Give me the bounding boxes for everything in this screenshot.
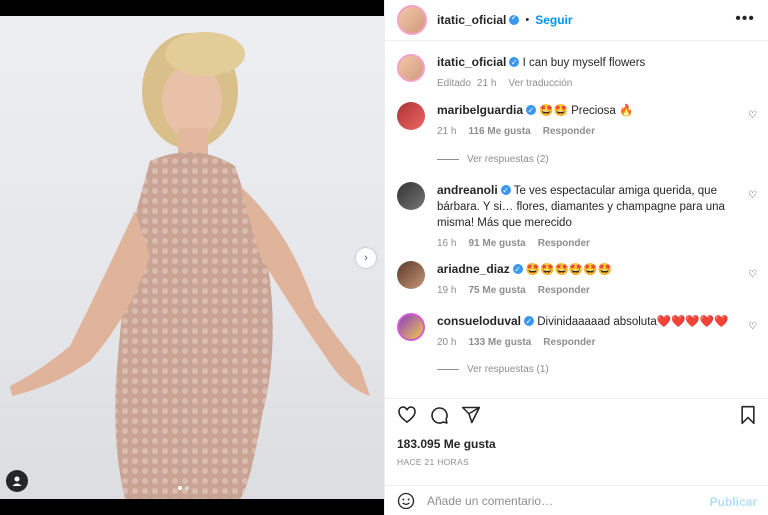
replies-line — [437, 369, 459, 370]
verified-icon — [524, 314, 535, 330]
view-replies-label: Ver respuestas (1) — [467, 364, 549, 375]
author-avatar[interactable] — [397, 54, 425, 82]
like-comment-icon[interactable]: ♡ — [748, 269, 757, 280]
comment-text: 🤩🤩🤩🤩🤩🤩 — [525, 264, 612, 276]
comment-likes[interactable]: 91 Me gusta — [468, 236, 525, 252]
post-sidebar: itatic_oficial • Seguir ••• itatic_ofici… — [384, 0, 768, 515]
comment-text: Divinidaaaaad absoluta❤️❤️❤️❤️❤️ — [537, 316, 729, 328]
action-bar — [385, 398, 768, 434]
publish-button[interactable]: Publicar — [710, 495, 757, 509]
chevron-right-icon: › — [364, 252, 368, 264]
tagged-users-button[interactable] — [6, 470, 28, 492]
emoji-icon[interactable] — [397, 492, 415, 510]
likes-count[interactable]: 183.095 Me gusta — [397, 437, 496, 451]
commenter-avatar[interactable] — [397, 102, 425, 130]
commenter-username[interactable]: consueloduval — [437, 314, 521, 328]
view-replies-label: Ver respuestas (2) — [467, 154, 549, 165]
comment-likes[interactable]: 116 Me gusta — [468, 124, 530, 140]
comment-icon[interactable] — [429, 405, 449, 425]
post-photo[interactable] — [0, 16, 384, 499]
share-icon[interactable] — [461, 405, 481, 425]
follow-button[interactable]: Seguir — [535, 13, 572, 27]
like-comment-icon[interactable]: ♡ — [748, 190, 757, 201]
comment-likes[interactable]: 133 Me gusta — [468, 335, 531, 351]
translate-link[interactable]: Ver traducción — [508, 76, 572, 92]
commenter-username[interactable]: maribelguardia — [437, 103, 523, 117]
carousel-dot — [178, 486, 182, 490]
commenter-avatar[interactable] — [397, 261, 425, 289]
caption-time: 21 h — [476, 78, 497, 89]
comment-time: 21 h — [437, 126, 457, 137]
separator-dot: • — [525, 14, 530, 26]
comment-time: 16 h — [437, 238, 457, 249]
reply-button[interactable]: Responder — [538, 236, 590, 252]
verified-icon — [512, 262, 523, 278]
reply-button[interactable]: Responder — [543, 335, 595, 351]
comment-composer: Publicar — [385, 485, 768, 515]
next-photo-button[interactable]: › — [356, 248, 376, 268]
more-options-icon[interactable]: ••• — [735, 10, 755, 28]
view-replies[interactable]: Ver respuestas (1) — [437, 364, 549, 375]
author-username[interactable]: itatic_oficial — [437, 13, 506, 27]
reply-button[interactable]: Responder — [538, 283, 590, 299]
photo-illustration — [10, 32, 370, 499]
like-comment-icon[interactable]: ♡ — [748, 110, 757, 121]
bookmark-icon[interactable] — [739, 405, 757, 425]
caption-text: I can buy myself flowers — [522, 57, 646, 69]
like-comment-icon[interactable]: ♡ — [748, 321, 757, 332]
user-tag-icon — [12, 476, 22, 486]
comment-input[interactable] — [427, 493, 707, 508]
verified-icon — [500, 183, 511, 199]
commenter-username[interactable]: ariadne_diaz — [437, 262, 510, 276]
commenter-username[interactable]: andreanoli — [437, 183, 498, 197]
post-header: itatic_oficial • Seguir ••• — [385, 0, 768, 41]
edited-label: Editado — [437, 78, 471, 89]
verified-icon — [509, 13, 520, 25]
commenter-avatar[interactable] — [397, 182, 425, 210]
commenter-avatar[interactable] — [397, 313, 425, 341]
comment-likes[interactable]: 75 Me gusta — [468, 283, 525, 299]
comments-list: itatic_oficial I can buy myself flowers … — [385, 42, 768, 392]
view-replies[interactable]: Ver respuestas (2) — [437, 154, 549, 165]
reply-button[interactable]: Responder — [543, 124, 595, 140]
replies-line — [437, 159, 459, 160]
post-media: › — [0, 0, 384, 515]
verified-icon — [526, 103, 537, 119]
heart-icon[interactable] — [397, 405, 417, 425]
comment-time: 19 h — [437, 285, 457, 296]
carousel-dot — [185, 486, 189, 490]
comment-time: 20 h — [437, 337, 457, 348]
author-avatar[interactable] — [397, 5, 427, 35]
post-timestamp[interactable]: HACE 21 HORAS — [397, 457, 469, 467]
carousel-indicator — [178, 486, 189, 490]
author-username[interactable]: itatic_oficial — [437, 55, 506, 69]
verified-icon — [509, 55, 520, 71]
comment-text: 🤩🤩 Preciosa 🔥 — [539, 105, 634, 117]
